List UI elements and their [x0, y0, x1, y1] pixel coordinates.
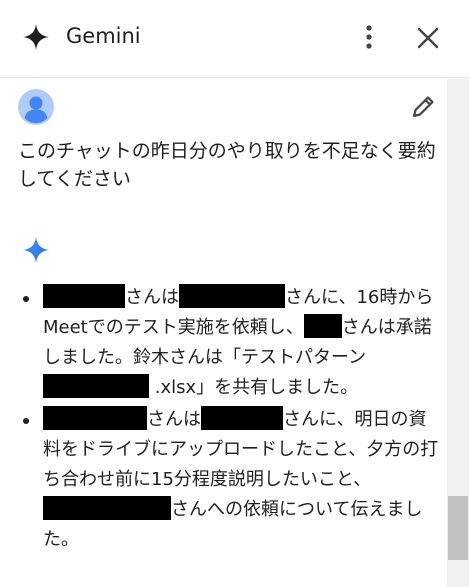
response-text: さんは [147, 409, 201, 430]
bullet [23, 296, 29, 302]
redacted-name [43, 284, 125, 308]
redacted-name [303, 314, 342, 338]
user-prompt-text: このチャットの昨日分のやり取りを不足なく要約してください [18, 140, 436, 190]
edit-prompt-icon[interactable] [409, 93, 437, 121]
more-options-icon[interactable] [356, 22, 382, 52]
app-header: Gemini [0, 0, 469, 78]
gemini-response-icon [22, 236, 50, 264]
response-text: .xlsx」を共有しました。 [154, 377, 359, 398]
scrollbar-thumb[interactable] [448, 496, 468, 560]
response-text: さんは [125, 287, 179, 308]
redacted-name [43, 406, 147, 430]
redacted-name [43, 496, 171, 520]
list-item: さんは さんに、16時からMeetでのテスト実施を依頼し、 さんは承諾しました。鈴木… [18, 283, 443, 403]
chat-content: このチャットの昨日分のやり取りを不足なく要約してください さんは さんに、16時か… [0, 79, 447, 587]
gemini-logo-icon [22, 23, 50, 51]
close-icon[interactable] [412, 22, 444, 54]
user-avatar [18, 89, 54, 125]
bullet [23, 418, 29, 424]
redacted-filename [43, 374, 149, 398]
app-title: Gemini [66, 24, 141, 48]
list-item: さんは さんに、明日の資料をドライブにアップロードしたこと、夕方の打ち合わせ前に1… [18, 405, 443, 555]
redacted-name [179, 284, 285, 308]
response-list: さんは さんに、16時からMeetでのテスト実施を依頼し、 さんは承諾しました。鈴木… [18, 283, 443, 555]
redacted-name [201, 406, 283, 430]
